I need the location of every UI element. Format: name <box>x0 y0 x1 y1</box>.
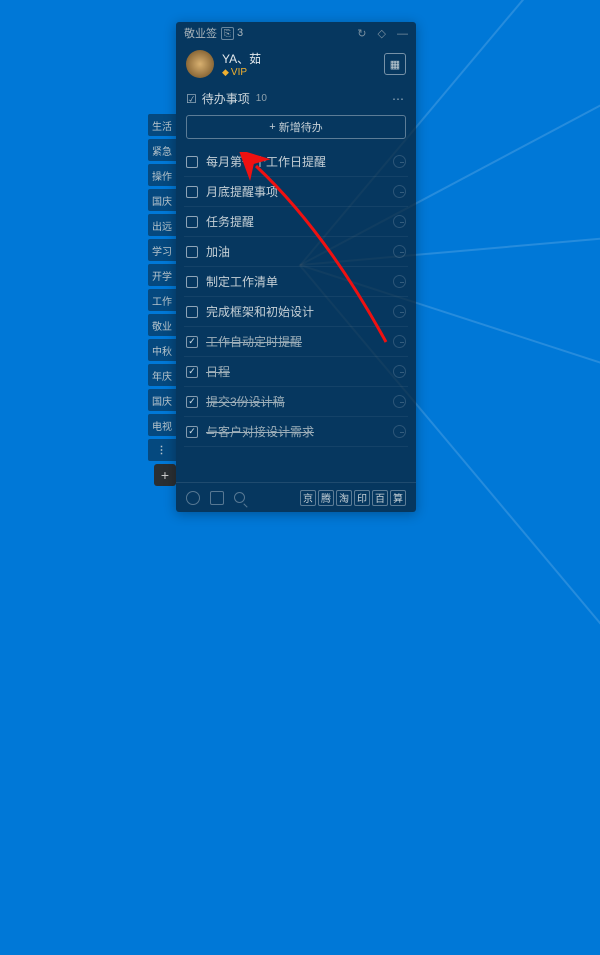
todo-text: 制定工作清单 <box>206 273 278 290</box>
search-icon[interactable] <box>234 492 245 503</box>
todo-text: 与客户对接设计需求 <box>206 423 314 440</box>
calendar-icon[interactable]: ▦ <box>384 53 406 75</box>
reminder-clock-icon[interactable] <box>393 275 406 288</box>
quick-link-chip[interactable]: 百 <box>372 490 388 506</box>
more-icon[interactable]: ⋯ <box>392 92 406 106</box>
minimize-icon[interactable]: — <box>397 28 408 40</box>
sidebar-tag[interactable]: 敬业 <box>148 314 176 336</box>
user-name: YA、茹 <box>222 50 261 67</box>
reminder-clock-icon[interactable] <box>393 155 406 168</box>
sidebar-more-icon[interactable]: ⋮ <box>148 439 176 461</box>
sidebar-add-button[interactable]: + <box>154 464 176 486</box>
todo-text: 日程 <box>206 363 230 380</box>
todo-checkbox[interactable] <box>186 336 198 348</box>
sidebar-tag[interactable]: 工作 <box>148 289 176 311</box>
app-name: 敬业签 <box>184 25 217 41</box>
todo-item[interactable]: 提交3份设计稿 <box>184 387 408 417</box>
add-todo-button[interactable]: + 新增待办 <box>186 115 406 139</box>
todo-text: 提交3份设计稿 <box>206 393 285 410</box>
footer-calendar-icon[interactable] <box>210 491 224 505</box>
sidebar-tag[interactable]: 国庆 <box>148 389 176 411</box>
todo-checkbox[interactable] <box>186 186 198 198</box>
sidebar-tag[interactable]: 国庆 <box>148 189 176 211</box>
todo-item[interactable]: 与客户对接设计需求 <box>184 417 408 447</box>
reminder-clock-icon[interactable] <box>393 335 406 348</box>
todo-item[interactable]: 月底提醒事项 <box>184 177 408 207</box>
user-bar: YA、茹 VIP ▦ <box>176 44 416 86</box>
sidebar-tag[interactable]: 操作 <box>148 164 176 186</box>
sidebar-tag[interactable]: 学习 <box>148 239 176 261</box>
notification-badge-icon[interactable]: ⎘ <box>221 27 234 40</box>
todo-checkbox[interactable] <box>186 216 198 228</box>
pin-icon[interactable]: ◇ <box>377 28 385 40</box>
todo-item[interactable]: 完成框架和初始设计 <box>184 297 408 327</box>
quick-link-chip[interactable]: 腾 <box>318 490 334 506</box>
section-title: 待办事项 <box>202 90 250 107</box>
todo-checkbox[interactable] <box>186 396 198 408</box>
sidebar-tag[interactable]: 年庆 <box>148 364 176 386</box>
section-count: 10 <box>256 93 267 104</box>
sidebar-tag[interactable]: 中秋 <box>148 339 176 361</box>
sidebar-tag[interactable]: 出远 <box>148 214 176 236</box>
category-sidebar: 生活紧急操作国庆出远学习开学工作敬业中秋年庆国庆电视⋮+ <box>148 114 176 486</box>
sync-icon[interactable]: ↻ <box>357 28 366 40</box>
todo-list: 每月第一个工作日提醒月底提醒事项任务提醒加油制定工作清单完成框架和初始设计工作自… <box>176 147 416 482</box>
reminder-clock-icon[interactable] <box>393 215 406 228</box>
todo-checkbox[interactable] <box>186 156 198 168</box>
sidebar-tag[interactable]: 开学 <box>148 264 176 286</box>
quick-link-chip[interactable]: 印 <box>354 490 370 506</box>
todo-item[interactable]: 任务提醒 <box>184 207 408 237</box>
todo-text: 工作自动定时提醒 <box>206 333 302 350</box>
todo-checkbox[interactable] <box>186 426 198 438</box>
todo-item[interactable]: 加油 <box>184 237 408 267</box>
section-header[interactable]: ☑ 待办事项 10 ⋯ <box>176 86 416 111</box>
todo-checkbox[interactable] <box>186 246 198 258</box>
title-bar: 敬业签 ⎘ 3 ↻ ◇ — <box>176 22 416 44</box>
todo-text: 每月第一个工作日提醒 <box>206 153 326 170</box>
todo-checkbox[interactable] <box>186 366 198 378</box>
todo-text: 完成框架和初始设计 <box>206 303 314 320</box>
todo-item[interactable]: 工作自动定时提醒 <box>184 327 408 357</box>
reminder-clock-icon[interactable] <box>393 245 406 258</box>
footer-bar: 京腾淘印百算 <box>176 482 416 512</box>
todo-item[interactable]: 日程 <box>184 357 408 387</box>
todo-checkbox[interactable] <box>186 276 198 288</box>
todo-item[interactable]: 每月第一个工作日提醒 <box>184 147 408 177</box>
sidebar-tag[interactable]: 生活 <box>148 114 176 136</box>
sidebar-tag[interactable]: 电视 <box>148 414 176 436</box>
reminder-clock-icon[interactable] <box>393 395 406 408</box>
quick-link-chip[interactable]: 淘 <box>336 490 352 506</box>
todo-item[interactable]: 制定工作清单 <box>184 267 408 297</box>
plus-icon: + <box>269 121 275 133</box>
reminder-clock-icon[interactable] <box>393 185 406 198</box>
vip-badge: VIP <box>222 67 261 78</box>
todo-text: 月底提醒事项 <box>206 183 278 200</box>
reminder-clock-icon[interactable] <box>393 365 406 378</box>
add-todo-label: 新增待办 <box>279 119 323 135</box>
app-window: 敬业签 ⎘ 3 ↻ ◇ — YA、茹 VIP ▦ ☑ 待办事项 10 ⋯ + 新… <box>176 22 416 512</box>
quick-link-chip[interactable]: 算 <box>390 490 406 506</box>
reminder-clock-icon[interactable] <box>393 425 406 438</box>
todo-text: 任务提醒 <box>206 213 254 230</box>
avatar[interactable] <box>186 50 214 78</box>
todo-text: 加油 <box>206 243 230 260</box>
notification-count: 3 <box>237 27 243 39</box>
checklist-icon: ☑ <box>186 92 197 106</box>
reminder-clock-icon[interactable] <box>393 305 406 318</box>
quick-link-chip[interactable]: 京 <box>300 490 316 506</box>
quick-link-chips: 京腾淘印百算 <box>300 490 406 506</box>
history-icon[interactable] <box>186 491 200 505</box>
sidebar-tag[interactable]: 紧急 <box>148 139 176 161</box>
todo-checkbox[interactable] <box>186 306 198 318</box>
